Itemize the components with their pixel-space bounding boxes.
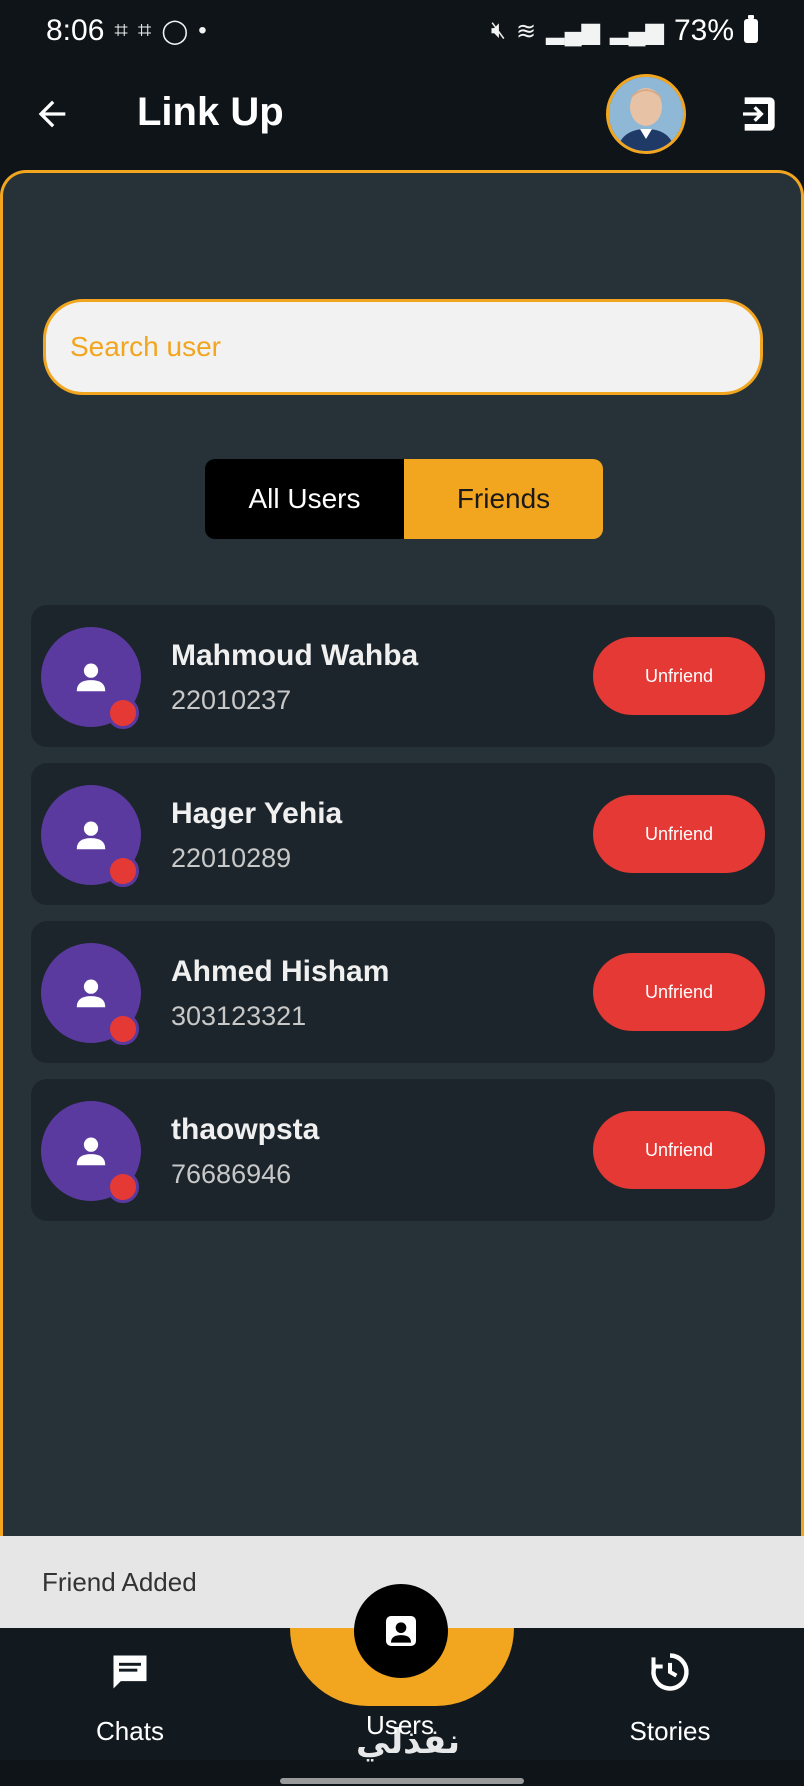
status-badge <box>107 697 139 729</box>
status-right: 🔇︎ ≋ ▂▄▆ ▂▄▆ 73% <box>491 14 758 48</box>
person-icon <box>76 1137 106 1166</box>
tab-all-users[interactable]: All Users <box>205 459 404 539</box>
screenshot-icon: ⌗ <box>114 17 128 44</box>
search-box[interactable] <box>43 299 763 395</box>
user-id: 22010237 <box>171 685 292 715</box>
tab-friends[interactable]: Friends <box>404 459 603 539</box>
battery-icon <box>744 15 758 43</box>
watermark-logo: نفذلي <box>356 1723 461 1761</box>
list-item[interactable]: Mahmoud Wahba 22010237 Unfriend <box>31 605 775 747</box>
status-left: 8:06 ⌗ ⌗ ◯ • <box>46 14 207 48</box>
nav-label-chats: Chats <box>96 1716 164 1746</box>
unfriend-button[interactable]: Unfriend <box>593 637 765 715</box>
chat-icon <box>113 1655 147 1689</box>
users-filter-toggle: All Users Friends <box>205 459 603 539</box>
user-name: Ahmed Hisham <box>171 955 390 988</box>
signal-icon: ▂▄▆ <box>546 17 601 45</box>
whatsapp-icon: ◯ <box>161 17 189 45</box>
profile-avatar[interactable] <box>606 74 686 154</box>
users-fab-button[interactable] <box>354 1584 448 1678</box>
logout-icon <box>743 97 775 131</box>
search-input[interactable] <box>70 302 736 392</box>
main-panel: All Users Friends Mahmoud Wahba 22010237… <box>0 170 804 1536</box>
status-badge <box>107 1013 139 1045</box>
status-bar: 8:06 ⌗ ⌗ ◯ • 🔇︎ ≋ ▂▄▆ ▂▄▆ 73% <box>0 0 804 62</box>
page-title: Link Up <box>137 90 284 134</box>
list-item[interactable]: Hager Yehia 22010289 Unfriend <box>31 763 775 905</box>
wifi-icon: ≋ <box>516 17 537 45</box>
arrow-left-icon <box>38 100 66 128</box>
home-indicator <box>280 1778 524 1784</box>
user-id: 22010289 <box>171 843 292 873</box>
friends-list: Mahmoud Wahba 22010237 Unfriend Hager Ye… <box>31 605 775 1237</box>
unfriend-button[interactable]: Unfriend <box>593 953 765 1031</box>
screen-record-icon: ⌗ <box>137 17 152 44</box>
status-badge <box>107 1171 139 1203</box>
app-bar: Link Up <box>0 62 804 166</box>
mute-icon: 🔇︎ <box>490 17 506 44</box>
user-name: Mahmoud Wahba <box>171 639 419 672</box>
status-badge <box>107 855 139 887</box>
list-item[interactable]: Ahmed Hisham 303123321 Unfriend <box>31 921 775 1063</box>
person-icon <box>76 979 106 1008</box>
nav-item-chats[interactable]: Chats <box>40 1650 220 1750</box>
signal-2-icon: ▂▄▆ <box>610 17 664 45</box>
user-name: Hager Yehia <box>171 797 343 830</box>
snackbar-message: Friend Added <box>42 1566 197 1597</box>
logout-button[interactable] <box>734 90 782 138</box>
unfriend-button[interactable]: Unfriend <box>593 1111 765 1189</box>
nav-label-stories: Stories <box>629 1716 711 1746</box>
unfriend-button[interactable]: Unfriend <box>593 795 765 873</box>
person-icon <box>76 663 106 692</box>
person-icon <box>386 1616 416 1646</box>
battery-level: 73% <box>673 14 734 47</box>
user-name: thaowpsta <box>171 1113 320 1146</box>
dot-icon: • <box>198 17 207 44</box>
user-id: 76686946 <box>171 1159 292 1189</box>
person-icon <box>76 821 106 850</box>
stories-icon <box>651 1653 689 1691</box>
profile-picture-icon <box>609 77 683 151</box>
back-button[interactable] <box>26 88 78 140</box>
list-item[interactable]: thaowpsta 76686946 Unfriend <box>31 1079 775 1221</box>
user-id: 303123321 <box>171 1001 307 1031</box>
nav-item-stories[interactable]: Stories <box>580 1650 760 1750</box>
status-time: 8:06 <box>46 14 105 47</box>
